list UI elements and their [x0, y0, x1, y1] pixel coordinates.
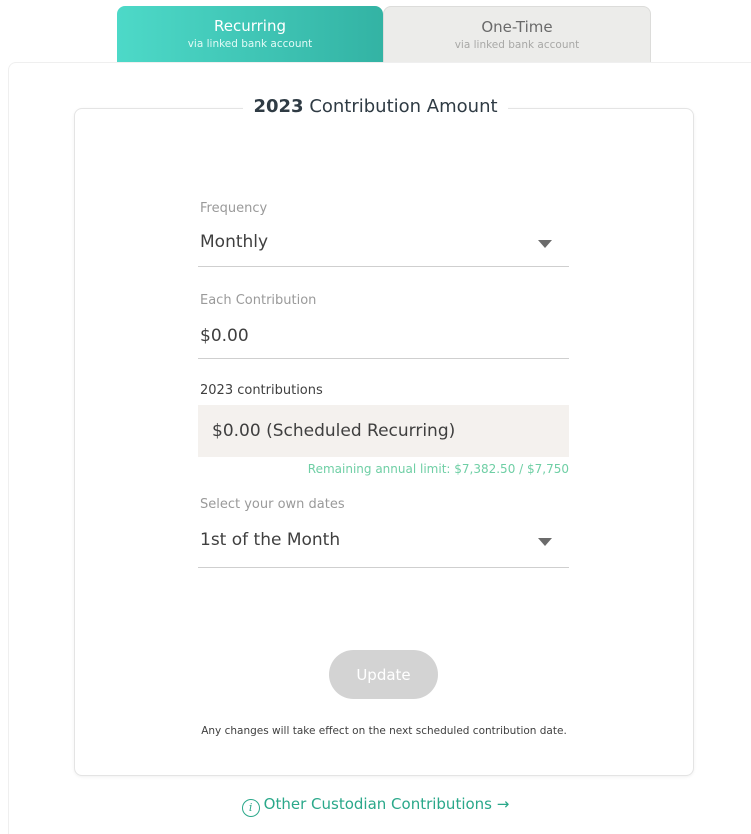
other-custodian-contributions-label: Other Custodian Contributions → [263, 795, 510, 813]
remaining-limit: Remaining annual limit: $7,382.50 / $7,7… [307, 462, 569, 476]
each-contribution-value: $0.00 [200, 326, 249, 346]
card-title: 2023 Contribution Amount [0, 96, 751, 117]
other-custodian-contributions-link[interactable]: i Other Custodian Contributions → [0, 795, 751, 817]
each-contribution-input[interactable] [198, 320, 569, 360]
tab-recurring[interactable]: Recurring via linked bank account [117, 6, 383, 62]
frequency-label: Frequency [200, 201, 268, 216]
card-title-year: 2023 [253, 96, 304, 117]
contributions-summary: $0.00 (Scheduled Recurring) [198, 405, 569, 457]
effective-date-note: Any changes will take effect on the next… [201, 725, 567, 737]
tab-one-time-subtitle: via linked bank account [454, 38, 580, 51]
dates-value: 1st of the Month [200, 530, 341, 550]
dates-label: Select your own dates [200, 497, 345, 512]
frequency-value: Monthly [200, 232, 269, 252]
tab-one-time-title: One-Time [481, 17, 553, 36]
contribution-type-tabs: Recurring via linked bank account One-Ti… [117, 6, 651, 62]
each-contribution-label: Each Contribution [200, 293, 317, 308]
card-title-text: Contribution Amount [309, 96, 498, 117]
tab-one-time[interactable]: One-Time via linked bank account [383, 6, 651, 62]
contributions-summary-text: $0.00 (Scheduled Recurring) [212, 421, 456, 441]
tab-recurring-subtitle: via linked bank account [187, 38, 313, 50]
dates-underline [198, 567, 569, 568]
tab-recurring-title: Recurring [214, 17, 286, 35]
chevron-down-icon [538, 240, 552, 248]
contributions-label: 2023 contributions [200, 383, 323, 398]
frequency-underline [198, 266, 569, 267]
update-button[interactable]: Update [329, 650, 438, 699]
page: Recurring via linked bank account One-Ti… [0, 0, 751, 834]
chevron-down-icon [538, 538, 552, 546]
info-icon: i [241, 799, 260, 817]
each-contribution-underline [198, 358, 569, 359]
